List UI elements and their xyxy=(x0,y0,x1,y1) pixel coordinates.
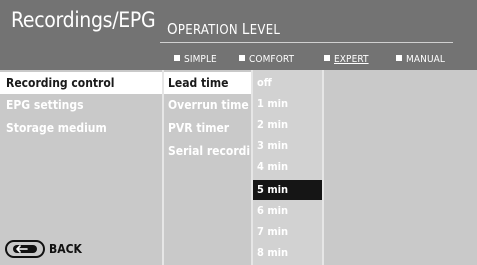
back-label: BACK xyxy=(49,242,82,256)
option-8-min[interactable]: 8 min xyxy=(253,243,322,263)
menu-item-label: EPG settings xyxy=(6,98,84,112)
submenu-item-overrun-time[interactable]: Overrun time xyxy=(164,94,251,116)
main-menu-column: Recording control EPG settings Storage m… xyxy=(0,70,162,265)
operation-level-divider xyxy=(160,42,453,43)
option-label: 2 min xyxy=(257,118,289,131)
back-arrow-icon xyxy=(5,240,45,258)
option-label: 3 min xyxy=(257,139,289,152)
level-manual[interactable]: MANUAL xyxy=(396,54,445,65)
option-off[interactable]: off xyxy=(253,73,322,93)
recordings-epg-screen: Recordings/EPG OPERATION LEVEL SIMPLE CO… xyxy=(0,0,477,265)
square-bullet-icon xyxy=(239,55,245,61)
option-7-min[interactable]: 7 min xyxy=(253,222,322,242)
level-comfort-label: COMFORT xyxy=(249,54,295,65)
operation-level-initial-l: L xyxy=(241,20,250,38)
menu-item-label: Storage medium xyxy=(6,121,107,135)
option-label: 8 min xyxy=(257,246,289,259)
option-6-min[interactable]: 6 min xyxy=(253,201,322,221)
level-simple-label: SIMPLE xyxy=(184,54,217,65)
submenu-column: Lead time Overrun time PVR timer Serial … xyxy=(164,70,251,265)
menu-item-epg-settings[interactable]: EPG settings xyxy=(0,94,162,116)
submenu-item-lead-time[interactable]: Lead time xyxy=(164,72,251,94)
option-3-min[interactable]: 3 min xyxy=(253,136,322,156)
header-bar: Recordings/EPG OPERATION LEVEL SIMPLE CO… xyxy=(0,0,477,70)
level-expert-label: EXPERT xyxy=(334,54,369,65)
page-title: Recordings/EPG xyxy=(11,8,156,32)
level-comfort[interactable]: COMFORT xyxy=(239,54,294,65)
submenu-item-serial-recording[interactable]: Serial recording xyxy=(164,140,251,162)
info-panel xyxy=(324,70,477,265)
option-1-min[interactable]: 1 min xyxy=(253,94,322,114)
submenu-item-label: PVR timer xyxy=(168,121,230,135)
option-5-min-selected[interactable]: 5 min xyxy=(253,180,322,200)
options-list: off 1 min 2 min 3 min 4 min 5 min 6 min … xyxy=(253,70,322,265)
menu-item-storage-medium[interactable]: Storage medium xyxy=(0,117,162,139)
operation-level-initial-o: O xyxy=(167,20,178,38)
square-bullet-icon xyxy=(174,55,180,61)
option-label: off xyxy=(257,76,272,89)
menu-item-recording-control[interactable]: Recording control xyxy=(0,72,162,94)
option-label: 5 min xyxy=(257,183,289,196)
submenu-item-label: Serial recording xyxy=(168,144,251,158)
submenu-item-pvr-timer[interactable]: PVR timer xyxy=(164,117,251,139)
square-bullet-icon xyxy=(396,55,402,61)
option-label: 1 min xyxy=(257,97,289,110)
operation-level-label: OPERATION LEVEL xyxy=(167,20,281,38)
option-label: 6 min xyxy=(257,204,289,217)
submenu-item-label: Overrun time xyxy=(168,98,249,112)
level-simple[interactable]: SIMPLE xyxy=(174,54,217,65)
level-expert[interactable]: EXPERT xyxy=(324,54,369,65)
option-4-min[interactable]: 4 min xyxy=(253,157,322,177)
option-2-min[interactable]: 2 min xyxy=(253,115,322,135)
menu-item-label: Recording control xyxy=(6,76,115,90)
option-label: 7 min xyxy=(257,225,289,238)
submenu-item-label: Lead time xyxy=(168,76,229,90)
option-label: 4 min xyxy=(257,160,289,173)
square-bullet-icon xyxy=(324,55,330,61)
level-manual-label: MANUAL xyxy=(406,54,445,65)
